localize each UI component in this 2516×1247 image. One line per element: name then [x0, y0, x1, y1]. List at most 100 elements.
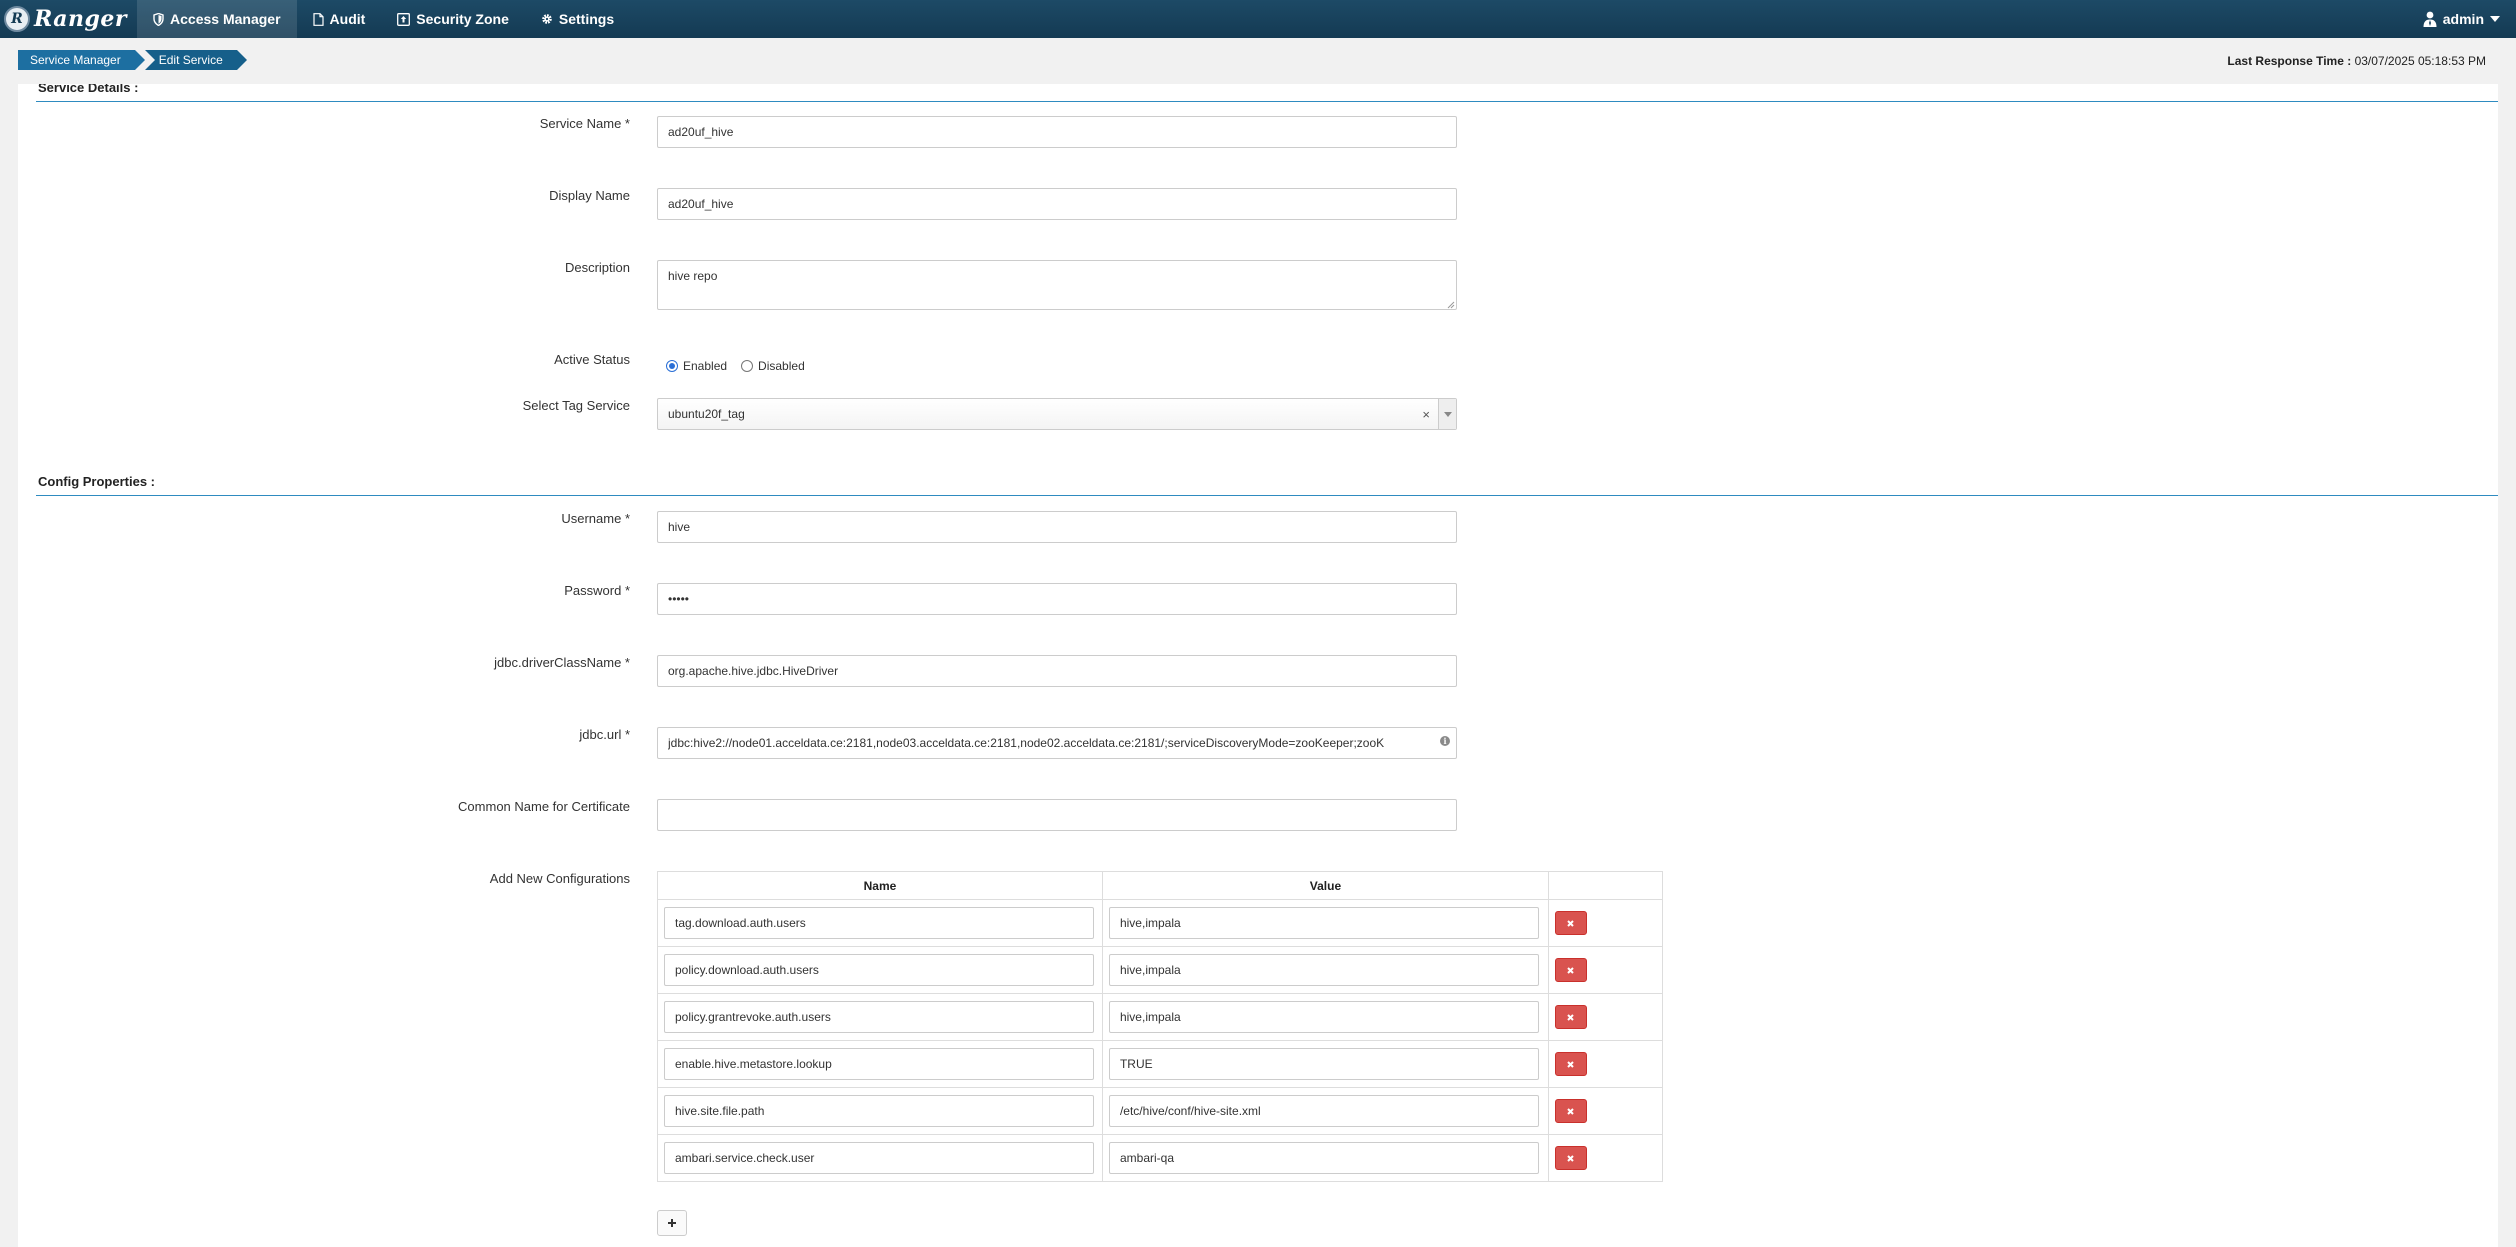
- config-value-input[interactable]: [1108, 907, 1539, 939]
- service-details-title: Service Details :: [38, 84, 139, 95]
- top-navbar: R Ranger Access Manager Audit Security Z…: [0, 0, 2516, 38]
- jdbc-url-label: jdbc.url *: [579, 727, 630, 742]
- driver-class-label: jdbc.driverClassName *: [494, 655, 630, 670]
- delete-row-button[interactable]: [1554, 1099, 1587, 1123]
- delete-row-button[interactable]: [1554, 958, 1587, 982]
- config-name-input[interactable]: [664, 1001, 1094, 1033]
- column-header-actions: [1547, 871, 1664, 900]
- close-icon: [1567, 1107, 1575, 1115]
- dropdown-arrow-icon[interactable]: [1438, 399, 1456, 429]
- table-row: [657, 1134, 1664, 1182]
- delete-row-button[interactable]: [1554, 911, 1587, 935]
- description-label: Description: [564, 260, 630, 275]
- display-name-input[interactable]: [657, 188, 1457, 220]
- tag-service-value: ubuntu20f_tag: [668, 407, 745, 421]
- ranger-logo-badge: R: [4, 6, 30, 32]
- last-response-label: Last Response Time :: [2227, 54, 2352, 68]
- tag-service-label: Select Tag Service: [522, 398, 630, 413]
- password-label: Password *: [564, 583, 630, 598]
- config-name-input[interactable]: [664, 907, 1094, 939]
- description-textarea[interactable]: hive repo: [657, 260, 1457, 310]
- active-status-label: Active Status: [554, 352, 630, 367]
- radio-label: Enabled: [683, 359, 728, 373]
- column-header-name: Name: [657, 871, 1103, 900]
- active-status-group: Enabled Disabled: [666, 359, 819, 373]
- table-row: [657, 1087, 1664, 1135]
- delete-row-button[interactable]: [1554, 1146, 1587, 1170]
- last-response-time: Last Response Time : 03/07/2025 05:18:53…: [2227, 54, 2486, 68]
- nav-audit[interactable]: Audit: [297, 0, 382, 38]
- new-configs-label: Add New Configurations: [489, 871, 630, 886]
- nav-label: Settings: [558, 11, 615, 27]
- file-icon: [312, 12, 324, 26]
- close-icon: [1567, 1060, 1575, 1068]
- display-name-label: Display Name: [549, 188, 630, 203]
- close-icon: [1567, 1013, 1575, 1021]
- add-config-button[interactable]: [657, 1210, 687, 1236]
- user-menu[interactable]: admin: [2423, 11, 2516, 27]
- upload-box-icon: [397, 12, 411, 26]
- last-response-value: 03/07/2025 05:18:53 PM: [2354, 54, 2486, 68]
- delete-row-button[interactable]: [1554, 1052, 1587, 1076]
- table-row: [657, 1040, 1664, 1088]
- table-row: [657, 993, 1664, 1041]
- common-name-input[interactable]: [657, 799, 1457, 831]
- config-properties-title: Config Properties :: [38, 474, 156, 489]
- status-disabled-radio[interactable]: Disabled: [741, 359, 805, 373]
- nav-label: Access Manager: [170, 11, 281, 27]
- driver-class-input[interactable]: [657, 655, 1457, 687]
- config-name-input[interactable]: [664, 1142, 1094, 1174]
- breadcrumb-service-manager[interactable]: Service Manager: [18, 50, 145, 70]
- breadcrumb-bar: Service Manager Edit Service Last Respon…: [0, 38, 2516, 84]
- nav-access-manager[interactable]: Access Manager: [137, 0, 297, 38]
- radio-label: Disabled: [758, 359, 805, 373]
- table-row: [657, 899, 1664, 947]
- user-icon: [2423, 11, 2437, 27]
- nav-settings[interactable]: Settings: [525, 0, 630, 38]
- edit-service-form: Service Details : Service Name * Display…: [18, 84, 2498, 1247]
- ranger-logo[interactable]: R Ranger: [0, 0, 137, 38]
- breadcrumb-edit-service: Edit Service: [144, 50, 247, 70]
- section-divider: [36, 101, 2498, 102]
- close-icon: [1567, 966, 1575, 974]
- new-configs-table: Name Value: [657, 871, 1664, 1182]
- close-icon: [1567, 919, 1575, 927]
- breadcrumb: Service Manager Edit Service: [18, 50, 247, 70]
- brand-name: Ranger: [34, 6, 128, 32]
- section-divider: [36, 495, 2498, 496]
- close-icon: [1567, 1154, 1575, 1162]
- config-value-input[interactable]: [1108, 1001, 1539, 1033]
- delete-row-button[interactable]: [1554, 1005, 1587, 1029]
- common-name-label: Common Name for Certificate: [458, 799, 630, 814]
- config-value-input[interactable]: [1108, 954, 1539, 986]
- radio-unchecked-icon: [741, 360, 754, 372]
- shield-icon: [153, 12, 164, 26]
- nav-security-zone[interactable]: Security Zone: [381, 0, 525, 38]
- config-name-input[interactable]: [664, 1095, 1094, 1127]
- chevron-down-icon: [2490, 16, 2500, 22]
- config-value-input[interactable]: [1108, 1048, 1539, 1080]
- info-icon[interactable]: i: [1440, 736, 1450, 746]
- username-label: Username *: [561, 511, 630, 526]
- status-enabled-radio[interactable]: Enabled: [666, 359, 727, 373]
- config-value-input[interactable]: [1108, 1095, 1539, 1127]
- username-input[interactable]: [657, 511, 1457, 543]
- resize-grip-icon[interactable]: [1445, 299, 1455, 309]
- nav-label: Audit: [329, 11, 366, 27]
- gear-icon: [541, 13, 553, 25]
- clear-icon[interactable]: ×: [1422, 407, 1430, 422]
- column-header-value: Value: [1101, 871, 1549, 900]
- plus-icon: [668, 1219, 676, 1227]
- tag-service-select[interactable]: ubuntu20f_tag ×: [657, 398, 1457, 430]
- service-name-label: Service Name *: [539, 116, 630, 131]
- config-name-input[interactable]: [664, 1048, 1094, 1080]
- table-row: [657, 946, 1664, 994]
- radio-checked-icon: [666, 360, 678, 372]
- nav-label: Security Zone: [416, 11, 509, 27]
- config-value-input[interactable]: [1108, 1142, 1539, 1174]
- username: admin: [2442, 11, 2484, 27]
- jdbc-url-input[interactable]: [657, 727, 1457, 759]
- service-name-input[interactable]: [657, 116, 1457, 148]
- password-input[interactable]: [657, 583, 1457, 615]
- config-name-input[interactable]: [664, 954, 1094, 986]
